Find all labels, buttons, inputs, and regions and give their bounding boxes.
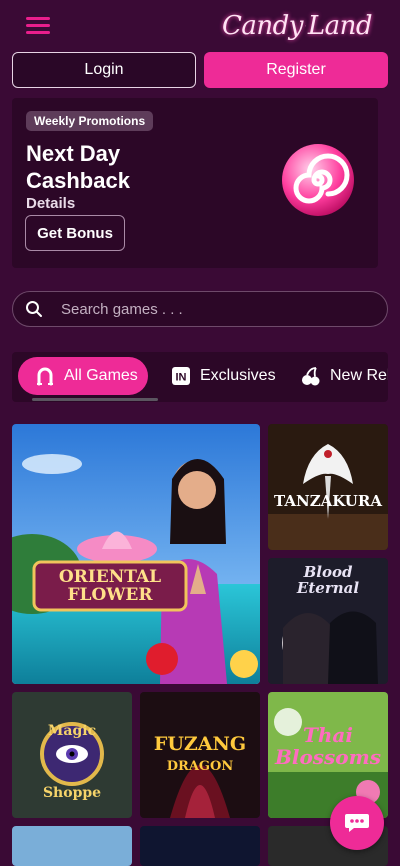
register-button[interactable]: Register	[204, 52, 388, 88]
lollipop-icon	[305, 25, 306, 27]
game-tile-oriental-flower[interactable]: ORIENTAL FLOWER	[12, 424, 260, 684]
game-tile-partial[interactable]	[140, 826, 260, 866]
cherries-icon	[302, 367, 320, 386]
top-bar: Candy Land	[0, 0, 400, 52]
game-title: Blood Eternal	[296, 563, 360, 597]
tab-label: All Games	[64, 367, 138, 384]
game-title: TANZAKURA	[274, 492, 382, 510]
game-tile-magic-shoppe[interactable]: Magic Shoppe	[12, 692, 132, 818]
promo-banner[interactable]: Weekly Promotions Next Day Cashback Deta…	[12, 98, 378, 268]
get-bonus-button[interactable]: Get Bonus	[25, 215, 125, 251]
chat-button[interactable]	[330, 796, 384, 850]
game-tile-fuzang-dragon[interactable]: FUZANG DRAGON	[140, 692, 260, 818]
search-input[interactable]	[61, 294, 361, 324]
game-title: Magic Shoppe	[42, 723, 102, 801]
logo-text-left: Candy	[222, 11, 303, 41]
game-title: ORIENTAL FLOWER	[58, 567, 162, 605]
exclusive-badge-icon: IN	[172, 367, 190, 385]
auth-buttons: Login Register	[12, 52, 388, 90]
hamburger-icon[interactable]	[26, 16, 50, 36]
search-bar[interactable]	[12, 291, 388, 327]
game-grid: ORIENTALFLOWER TANZAKURA BloodEternal	[12, 424, 388, 866]
promo-details-link[interactable]: Details	[26, 195, 75, 212]
game-tile-partial[interactable]	[12, 826, 132, 866]
tab-label: Exclusives	[200, 367, 276, 384]
search-icon	[26, 301, 42, 317]
tab-label: New Rele	[330, 367, 388, 384]
promo-title: Next Day Cashback	[26, 141, 130, 193]
tanzakura-artwork	[268, 424, 388, 550]
candy-swirl-icon	[282, 144, 354, 216]
game-tile-blood-eternal[interactable]: Blood Eternal	[268, 558, 388, 684]
game-title: FUZANG DRAGON	[153, 733, 247, 774]
tab-exclusives[interactable]: IN Exclusives	[170, 357, 276, 395]
tab-all-games[interactable]: All Games	[18, 357, 148, 395]
oriental-flower-artwork	[12, 424, 260, 684]
chat-bubble-icon	[345, 814, 369, 832]
login-button[interactable]: Login	[12, 52, 196, 88]
tabs-scroll-indicator	[32, 398, 158, 401]
game-tile-tanzakura[interactable]: TANZAKURA	[268, 424, 388, 550]
promo-badge: Weekly Promotions	[26, 111, 154, 131]
category-tabs: All Games IN Exclusives New Rele	[12, 352, 388, 402]
svg-text:IN: IN	[176, 372, 187, 384]
tab-new-releases[interactable]: New Rele	[300, 357, 388, 395]
candyland-logo[interactable]: Candy Land	[222, 6, 373, 46]
logo-text-right: Land	[307, 11, 373, 41]
game-title: Thai Blossoms	[274, 723, 382, 769]
horseshoe-icon	[37, 367, 53, 386]
